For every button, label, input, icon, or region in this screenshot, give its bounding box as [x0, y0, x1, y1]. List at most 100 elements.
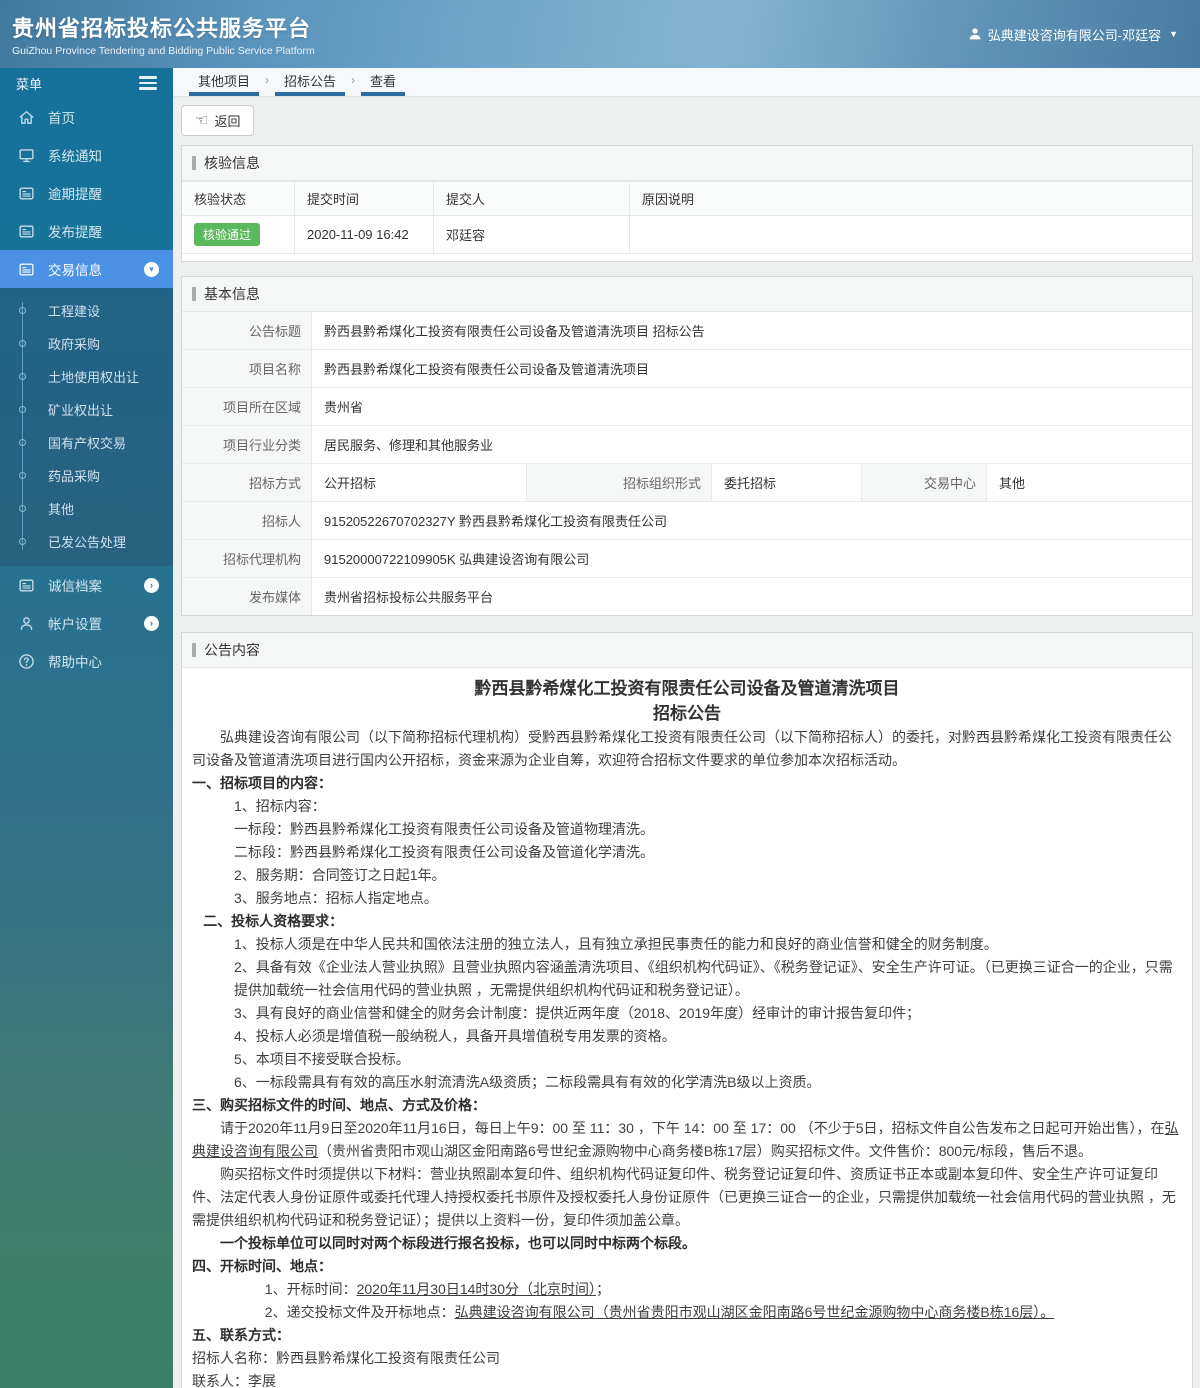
- sidebar-subitem-国有产权交易[interactable]: 国有产权交易: [0, 426, 173, 459]
- sidebar-item-label: 交易信息: [48, 263, 102, 278]
- info-label: 招标组织形式: [527, 464, 712, 501]
- text-segment: 3、服务地点：招标人指定地点。: [234, 890, 438, 906]
- sidebar-item-帐户设置[interactable]: 帐户设置 ›: [0, 604, 173, 642]
- notice-paragraph: 1、招标内容：: [192, 795, 1182, 818]
- notice-body: 黔西县黔希煤化工投资有限责任公司设备及管道清洗项目 招标公告 弘典建设咨询有限公司（…: [182, 668, 1192, 1388]
- sidebar-background: [0, 680, 173, 1388]
- hamburger-icon[interactable]: [139, 76, 157, 90]
- sidebar-submenu: 工程建设 政府采购 土地使用权出让 矿业权出让 国有产权交易 药品采购 其他 已发公告处理: [0, 288, 173, 566]
- text-segment: 2、具备有效《企业法人营业执照》且营业执照内容涵盖清洗项目、《组织机构代码证》、…: [234, 959, 1173, 998]
- sidebar-subitem-已发公告处理[interactable]: 已发公告处理: [0, 525, 173, 558]
- breadcrumb-item-其他项目[interactable]: 其他项目: [189, 68, 260, 96]
- verify-panel: 核验信息 核验状态 提交时间 提交人 原因说明 核验通过 2020-11-09 16:4…: [181, 145, 1193, 262]
- text-segment: 3、具有良好的商业信誉和健全的财务会计制度：提供近两年度（2018、2019年度…: [234, 1005, 921, 1021]
- sidebar-item-逾期提醒[interactable]: 逾期提醒: [0, 174, 173, 212]
- menu-label: 菜单: [16, 76, 43, 92]
- sidebar-items-top: 首页系统通知逾期提醒发布提醒交易信息 ▾: [0, 98, 173, 288]
- sidebar-items-bottom: 诚信档案 › 帐户设置 › 帮助中心: [0, 566, 173, 680]
- section-marker: [192, 156, 196, 170]
- table-row: 核验通过 2020-11-09 16:42 邓廷容: [182, 215, 1192, 254]
- notice-panel: 公告内容 黔西县黔希煤化工投资有限责任公司设备及管道清洗项目 招标公告 弘典建设咨询…: [181, 632, 1193, 1388]
- text-segment: 5、本项目不接受联合投标。: [234, 1051, 410, 1067]
- monitor-icon: [18, 147, 35, 164]
- breadcrumb-item-招标公告[interactable]: 招标公告: [275, 68, 346, 96]
- platform-title-block: 贵州省招标投标公共服务平台 GuiZhou Province Tendering…: [12, 11, 315, 57]
- sidebar-item-label: 诚信档案: [48, 579, 102, 594]
- text-segment: 购买招标文件时须提供以下材料：营业执照副本复印件、组织机构代码证复印件、税务登记…: [192, 1166, 1176, 1228]
- breadcrumb-separator: ›: [351, 73, 356, 87]
- column-header: 核验状态: [182, 181, 295, 216]
- chevron-down-icon: ▾: [144, 261, 159, 277]
- breadcrumb-item-查看[interactable]: 查看: [361, 68, 406, 96]
- sidebar-item-发布提醒[interactable]: 发布提醒: [0, 212, 173, 250]
- sidebar-subitem-其他[interactable]: 其他: [0, 492, 173, 525]
- column-header: 提交时间: [294, 181, 434, 216]
- sidebar-subitem-工程建设[interactable]: 工程建设: [0, 294, 173, 327]
- text-segment: 招标公告: [653, 704, 721, 723]
- sidebar-item-label: 系统通知: [48, 149, 102, 164]
- text-segment: 1、招标内容：: [234, 798, 326, 814]
- text-segment: ；: [596, 1281, 610, 1297]
- sidebar-item-系统通知[interactable]: 系统通知: [0, 136, 173, 174]
- sidebar-subitem-矿业权出让[interactable]: 矿业权出让: [0, 393, 173, 426]
- sidebar-item-label: 逾期提醒: [48, 187, 102, 202]
- text-segment: 1、投标人须是在中华人民共和国依法注册的独立法人，且有独立承担民事责任的能力和良…: [234, 936, 998, 952]
- sidebar-item-诚信档案[interactable]: 诚信档案 ›: [0, 566, 173, 604]
- notice-paragraph: 一个投标单位可以同时对两个标段进行报名投标，也可以同时中标两个标段。: [192, 1232, 1182, 1255]
- table-padding: [182, 254, 1192, 261]
- back-button-label: 返回: [214, 113, 241, 129]
- back-hand-icon: ☜: [195, 111, 209, 129]
- text-segment: 一标段：黔西县黔希煤化工投资有限责任公司设备及管道物理清洗。: [234, 821, 654, 837]
- sidebar-item-交易信息[interactable]: 交易信息 ▾: [0, 250, 173, 288]
- notice-paragraph: 1、开标时间：2020年11月30日14时30分（北京时间）；: [192, 1278, 1182, 1301]
- platform-title: 贵州省招标投标公共服务平台: [12, 16, 312, 41]
- info-value: 贵州省招标投标公共服务平台: [324, 590, 494, 605]
- app-header: 贵州省招标投标公共服务平台 GuiZhou Province Tendering…: [0, 0, 1200, 68]
- notice-paragraph: 二标段：黔西县黔希煤化工投资有限责任公司设备及管道化学清洗。: [192, 841, 1182, 864]
- person-icon: [18, 615, 35, 632]
- sidebar-item-label: 帮助中心: [48, 655, 102, 670]
- verify-status-cell: 核验通过: [182, 215, 295, 254]
- text-segment: （贵州省贵阳市观山湖区金阳南路6号世纪金源购物中心商务楼B栋17层）购买招标文件…: [318, 1143, 1092, 1159]
- text-segment: 二标段：黔西县黔希煤化工投资有限责任公司设备及管道化学清洗。: [234, 844, 654, 860]
- verify-section-title: 核验信息: [204, 155, 260, 171]
- verify-submitter-cell: 邓廷容: [433, 215, 630, 254]
- notice-paragraph: 6、一标段需具有有效的高压水射流清洗A级资质；二标段需具有有效的化学清洗B级以上…: [192, 1071, 1182, 1094]
- text-segment: 联系人：李展: [192, 1373, 276, 1388]
- home-icon: [18, 109, 35, 126]
- notice-paragraph: 一、招标项目的内容：: [192, 772, 1182, 795]
- user-menu[interactable]: 弘典建设咨询有限公司-邓廷容 ▼: [968, 25, 1178, 44]
- sidebar-subitem-药品采购[interactable]: 药品采购: [0, 459, 173, 492]
- text-segment: 五、联系方式：: [192, 1327, 290, 1343]
- notice-paragraph: 黔西县黔希煤化工投资有限责任公司设备及管道清洗项目: [192, 676, 1182, 701]
- sidebar-item-帮助中心[interactable]: 帮助中心: [0, 642, 173, 680]
- notice-paragraph: 3、服务地点：招标人指定地点。: [192, 887, 1182, 910]
- back-button[interactable]: ☜ 返回: [181, 104, 255, 136]
- verify-reason-cell: [629, 215, 1192, 254]
- sidebar-item-首页[interactable]: 首页: [0, 98, 173, 136]
- text-segment: 黔西县黔希煤化工投资有限责任公司设备及管道清洗项目: [474, 679, 900, 698]
- card-icon: [18, 185, 35, 202]
- card-icon: [18, 261, 35, 278]
- verify-section-header: 核验信息: [182, 146, 1192, 181]
- chevron-right-icon: ›: [144, 577, 159, 593]
- question-icon: [18, 653, 35, 670]
- sidebar-subitem-政府采购[interactable]: 政府采购: [0, 327, 173, 360]
- section-marker: [192, 643, 196, 657]
- text-segment: 请于2020年11月9日至2020年11月16日，每日上午9：00 至 11：3…: [220, 1120, 1165, 1136]
- notice-paragraph: 请于2020年11月9日至2020年11月16日，每日上午9：00 至 11：3…: [192, 1117, 1182, 1163]
- text-segment: 一、招标项目的内容：: [192, 775, 332, 791]
- info-label: 公告标题: [182, 312, 312, 349]
- info-label: 招标方式: [182, 464, 312, 501]
- notice-paragraph: 招标人名称：黔西县黔希煤化工投资有限责任公司: [192, 1347, 1182, 1370]
- notice-paragraph: 2、具备有效《企业法人营业执照》且营业执照内容涵盖清洗项目、《组织机构代码证》、…: [192, 956, 1182, 1002]
- basic-info-panel: 基本信息 公告标题 黔西县黔希煤化工投资有限责任公司设备及管道清洗项目 招标公告项…: [181, 276, 1193, 616]
- sidebar-subitem-土地使用权出让[interactable]: 土地使用权出让: [0, 360, 173, 393]
- info-value: 委托招标: [712, 464, 862, 501]
- sidebar-item-label: 帐户设置: [48, 617, 102, 632]
- notice-paragraph: 2、服务期：合同签订之日起1年。: [192, 864, 1182, 887]
- info-label: 项目行业分类: [182, 426, 312, 463]
- info-label: 招标代理机构: [182, 540, 312, 577]
- user-icon: [969, 28, 981, 40]
- notice-paragraph: 三、购买招标文件的时间、地点、方式及价格：: [192, 1094, 1182, 1117]
